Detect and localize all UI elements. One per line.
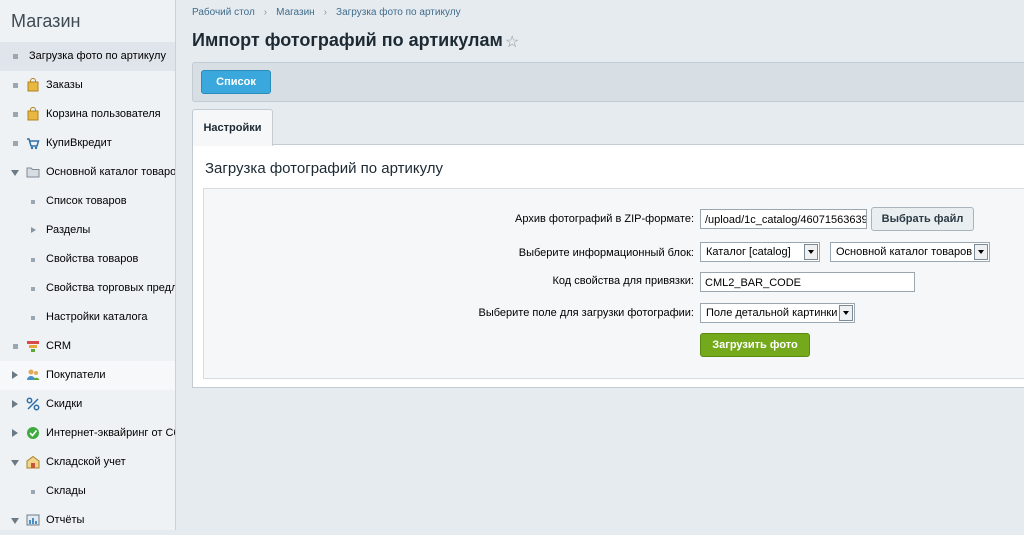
warehouse-icon [26, 455, 40, 469]
report-icon [26, 514, 40, 526]
chevron-right-icon[interactable] [12, 371, 18, 379]
list-button[interactable]: Список [201, 70, 271, 94]
sidebar-item-label: Основной каталог товаров [46, 166, 175, 178]
iblock-type-value: Каталог [catalog] [706, 246, 791, 258]
sidebar-item-label: Настройки каталога [46, 311, 148, 323]
bullet-icon [13, 112, 18, 117]
bullet-icon [31, 316, 35, 320]
sidebar-item-label: CRM [46, 340, 72, 352]
percent-icon [26, 397, 40, 411]
chevron-down-icon[interactable] [11, 170, 19, 176]
chevron-down-icon [804, 244, 818, 260]
sidebar-item-cart[interactable]: Корзина пользователя [0, 100, 175, 129]
chevron-down-icon [974, 244, 988, 260]
sidebar-item-reports[interactable]: Отчёты [0, 506, 175, 535]
sidebar-item-label: Складской учет [46, 456, 126, 468]
sidebar-item-orders[interactable]: Заказы [0, 71, 175, 100]
bullet-icon [13, 344, 18, 349]
sidebar-item-label: Загрузка фото по артикулу [29, 50, 166, 62]
sidebar-item-label: Отчёты [46, 514, 85, 526]
photo-field-value: Поле детальной картинки [706, 307, 838, 319]
panel-title: Загрузка фотографий по артикулу [205, 160, 444, 177]
sidebar-item-offer-properties[interactable]: Свойства торговых предло [0, 274, 175, 303]
chevron-right-icon[interactable] [12, 429, 18, 437]
sidebar-item-acquiring[interactable]: Интернет-эквайринг от Сбе [0, 419, 175, 448]
sidebar-title: Магазин [11, 11, 81, 31]
archive-label: Архив фотографий в ZIP-формате: [515, 213, 694, 225]
sidebar-item-kupivkredit[interactable]: КупиВкредит [0, 129, 175, 158]
breadcrumb-link-shop[interactable]: Магазин [276, 7, 315, 18]
bullet-icon [13, 141, 18, 146]
sidebar-item-label: Склады [46, 485, 86, 497]
sber-icon [27, 427, 39, 439]
sidebar-item-discounts[interactable]: Скидки [0, 390, 175, 419]
bag-icon [27, 78, 39, 92]
bullet-icon [31, 490, 35, 494]
iblock-type-select[interactable]: Каталог [catalog] [700, 242, 820, 262]
bullet-icon [31, 258, 35, 262]
cart-icon [27, 138, 40, 150]
sidebar-item-stock[interactable]: Складской учет [0, 448, 175, 477]
bullet-icon [13, 83, 18, 88]
chevron-down-icon[interactable] [11, 460, 19, 466]
sidebar-item-label: Свойства торговых предло [46, 282, 175, 294]
photo-field-select[interactable]: Поле детальной картинки [700, 303, 855, 323]
sidebar-item-label: КупиВкредит [46, 137, 112, 149]
sidebar: Магазин Загрузка фото по артикулу Заказы… [0, 0, 176, 530]
photo-field-label: Выберите поле для загрузки фотографии: [478, 307, 695, 319]
main-content: Рабочий стол › Магазин › Загрузка фото по ар… [176, 0, 1024, 530]
chevron-down-icon [839, 305, 853, 321]
breadcrumb: Рабочий стол › Магазин › Загрузка фото по ар… [192, 7, 461, 18]
iblock-select[interactable]: Основной каталог товаров [ [830, 242, 990, 262]
form-area: Архив фотографий в ZIP-формате: /upload/… [203, 188, 1024, 379]
sidebar-item-crm[interactable]: CRM [0, 332, 175, 361]
folder-icon [26, 167, 40, 178]
toolbar: Список [192, 62, 1024, 102]
property-code-field[interactable]: CML2_BAR_CODE [700, 272, 915, 292]
iblock-value: Основной каталог товаров [ [836, 246, 979, 258]
breadcrumb-separator: › [323, 7, 328, 18]
sidebar-item-photo-upload[interactable]: Загрузка фото по артикулу [0, 42, 175, 71]
sidebar-item-customers[interactable]: Покупатели [0, 361, 175, 390]
sidebar-item-label: Скидки [46, 398, 83, 410]
star-icon[interactable]: ☆ [505, 32, 519, 52]
bullet-icon [31, 200, 35, 204]
sidebar-item-label: Корзина пользователя [46, 108, 161, 120]
chevron-right-icon[interactable] [31, 227, 36, 233]
funnel-icon [27, 341, 39, 352]
sidebar-item-product-list[interactable]: Список товаров [0, 187, 175, 216]
property-code-label: Код свойства для привязки: [552, 275, 694, 287]
page-title: Импорт фотографий по артикулам [192, 30, 503, 50]
bullet-icon [13, 54, 18, 59]
bag-icon [27, 107, 39, 121]
chevron-down-icon[interactable] [11, 518, 19, 524]
upload-photo-button[interactable]: Загрузить фото [700, 333, 810, 357]
breadcrumb-link-photo-upload[interactable]: Загрузка фото по артикулу [336, 7, 461, 18]
sidebar-item-label: Свойства товаров [46, 253, 139, 265]
breadcrumb-link-desktop[interactable]: Рабочий стол [192, 7, 255, 18]
sidebar-item-label: Разделы [46, 224, 91, 236]
sidebar-item-label: Интернет-эквайринг от Сбе [46, 427, 175, 439]
settings-panel: Загрузка фотографий по артикулу Архив фо… [192, 144, 1024, 388]
sidebar-item-warehouses[interactable]: Склады [0, 477, 175, 506]
chevron-right-icon[interactable] [12, 400, 18, 408]
iblock-label: Выберите информационный блок: [518, 247, 694, 259]
bullet-icon [31, 287, 35, 291]
sidebar-item-main-catalog[interactable]: Основной каталог товаров [0, 158, 175, 187]
tab-settings[interactable]: Настройки [192, 109, 273, 146]
breadcrumb-separator: › [263, 7, 268, 18]
choose-file-button[interactable]: Выбрать файл [871, 207, 974, 231]
users-icon [27, 369, 40, 380]
sidebar-item-sections[interactable]: Разделы [0, 216, 175, 245]
archive-path-field[interactable]: /upload/1c_catalog/46071563639 [700, 209, 867, 229]
sidebar-item-label: Список товаров [46, 195, 127, 207]
sidebar-item-label: Покупатели [46, 369, 106, 381]
sidebar-item-label: Заказы [46, 79, 83, 91]
sidebar-item-product-properties[interactable]: Свойства товаров [0, 245, 175, 274]
sidebar-item-catalog-settings[interactable]: Настройки каталога [0, 303, 175, 332]
